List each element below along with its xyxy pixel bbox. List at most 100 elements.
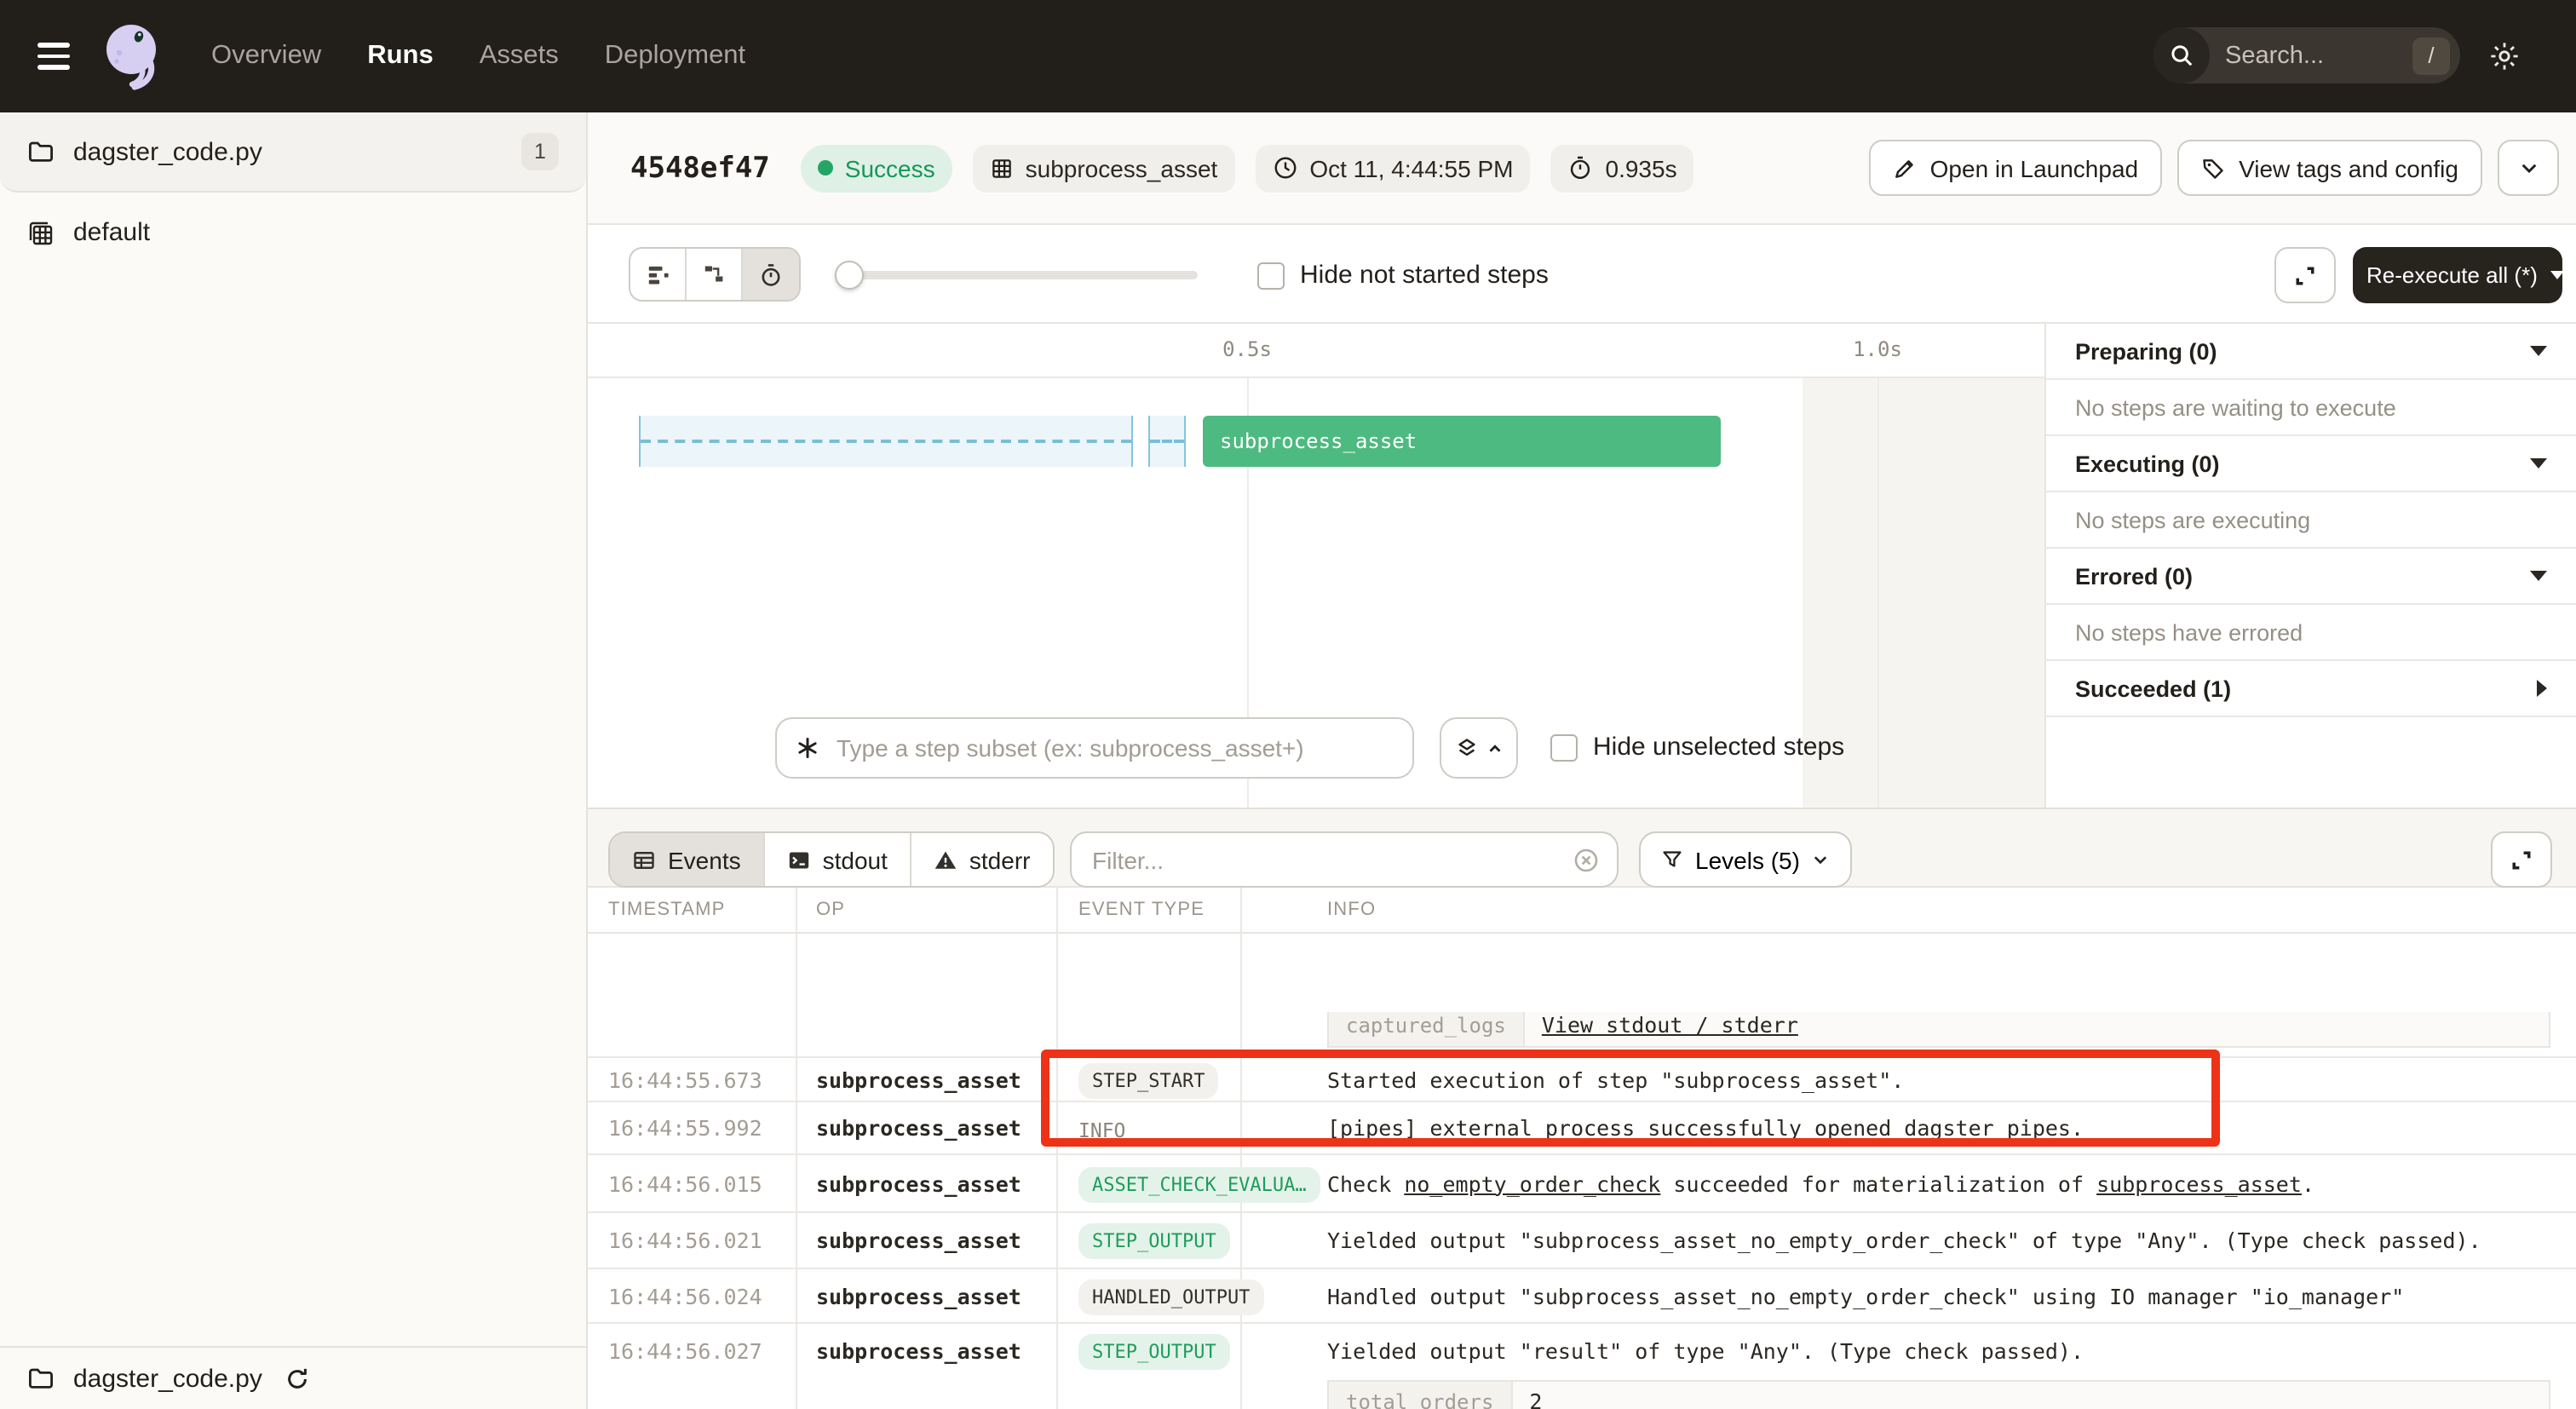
- col-info: INFO: [1327, 900, 1376, 920]
- search-icon: [2153, 27, 2210, 83]
- event-log-table: TIMESTAMP OP EVENT TYPE INFO captured_lo…: [588, 888, 2576, 1409]
- log-info: Started execution of step "subprocess_as…: [1327, 1067, 1904, 1092]
- asset-check-link[interactable]: no_empty_order_check: [1404, 1170, 1660, 1196]
- run-detail-main: 4548ef47 Success subprocess_asset Oct 11…: [588, 112, 2576, 1409]
- dagster-octopus-icon: [95, 17, 174, 95]
- graph-query-options-button[interactable]: [1440, 717, 1518, 779]
- funnel-icon: [1661, 848, 1683, 871]
- step-subset-field[interactable]: [775, 717, 1414, 779]
- job-tag[interactable]: subprocess_asset: [973, 144, 1235, 192]
- expand-logs-button[interactable]: [2491, 831, 2552, 888]
- levels-dropdown[interactable]: Levels (5): [1639, 831, 1853, 888]
- hide-not-started-checkbox[interactable]: Hide not started steps: [1257, 261, 1549, 290]
- log-timestamp: 16:44:55.992: [608, 1115, 762, 1141]
- event-type-badge: STEP_START: [1078, 1062, 1218, 1098]
- hide-unselected-label: Hide unselected steps: [1593, 733, 1844, 762]
- flat-list-icon: [645, 262, 670, 287]
- log-info: Handled output "subprocess_asset_no_empt…: [1327, 1283, 2404, 1308]
- view-tags-config-button[interactable]: View tags and config: [2177, 140, 2482, 196]
- nav-assets[interactable]: Assets: [480, 41, 559, 72]
- tab-events[interactable]: Events: [610, 833, 765, 886]
- expand-gantt-button[interactable]: [2274, 247, 2336, 303]
- log-row-handled-output: 16:44:56.024 subprocess_asset HANDLED_OU…: [588, 1269, 2576, 1324]
- log-info: Yielded output "result" of type "Any". (…: [1327, 1338, 2084, 1364]
- gear-icon[interactable]: [2487, 39, 2521, 73]
- pencil-icon: [1893, 156, 1917, 180]
- metadata-key: total_orders: [1329, 1382, 1512, 1409]
- terminal-icon: [787, 848, 811, 871]
- sidebar-code-location-header[interactable]: dagster_code.py 1: [0, 112, 586, 193]
- zoom-slider-track[interactable]: [847, 271, 1198, 279]
- chevron-down-icon: [2517, 157, 2539, 179]
- sidebar-item-label: default: [73, 218, 150, 247]
- tab-stdout[interactable]: stdout: [765, 833, 911, 886]
- checkbox-box: [1257, 262, 1285, 289]
- tag-icon: [2201, 156, 2225, 180]
- section-executing[interactable]: Executing (0): [2046, 436, 2576, 492]
- waterfall-icon: [701, 262, 727, 287]
- sidebar: dagster_code.py 1 default dagster_code.p…: [0, 112, 588, 1409]
- log-info: [pipes] external process successfully op…: [1327, 1115, 2084, 1141]
- event-type-badge: HANDLED_OUTPUT: [1078, 1279, 1263, 1314]
- search-input[interactable]: [2210, 42, 2412, 69]
- reload-icon[interactable]: [285, 1366, 310, 1391]
- log-filter-input[interactable]: [1089, 844, 1573, 875]
- sidebar-item-default[interactable]: default: [0, 193, 586, 273]
- log-info: Check no_empty_order_check succeeded for…: [1327, 1170, 2314, 1196]
- dagster-run-page: Overview Runs Assets Deployment /: [0, 0, 2576, 1409]
- col-timestamp: TIMESTAMP: [608, 900, 726, 920]
- search-box[interactable]: /: [2153, 27, 2460, 83]
- open-in-launchpad-button[interactable]: Open in Launchpad: [1869, 140, 2162, 196]
- col-op: OP: [816, 900, 845, 920]
- nav-deployment[interactable]: Deployment: [605, 41, 745, 72]
- gantt-view-toggle: [629, 247, 801, 302]
- menu-icon[interactable]: [37, 43, 70, 70]
- re-execute-label: Re-execute all (*): [2353, 262, 2551, 288]
- section-preparing[interactable]: Preparing (0): [2046, 324, 2576, 380]
- log-filter-field[interactable]: [1070, 831, 1619, 888]
- warning-icon: [934, 848, 957, 871]
- section-errored[interactable]: Errored (0): [2046, 549, 2576, 605]
- log-timestamp: 16:44:56.021: [608, 1228, 762, 1253]
- step-status-panel: Preparing (0) No steps are waiting to ex…: [2044, 324, 2576, 808]
- asset-link[interactable]: subprocess_asset: [2096, 1170, 2302, 1196]
- status-badge: Success: [801, 144, 952, 192]
- section-preparing-body: No steps are waiting to execute: [2046, 380, 2576, 436]
- timed-view-button[interactable]: [743, 249, 799, 300]
- re-execute-button[interactable]: Re-execute all (*): [2353, 247, 2562, 303]
- log-op: subprocess_asset: [816, 1170, 1021, 1196]
- run-header: 4548ef47 Success subprocess_asset Oct 11…: [588, 112, 2576, 225]
- nav-runs[interactable]: Runs: [367, 41, 434, 72]
- checkbox-box: [1550, 733, 1578, 761]
- run-more-actions-button[interactable]: [2498, 140, 2559, 196]
- logs-toolbar: Events stdout stderr: [588, 809, 2576, 888]
- code-location-label: dagster_code.py: [73, 137, 262, 166]
- hide-unselected-checkbox[interactable]: Hide unselected steps: [1550, 733, 1844, 762]
- metadata-key: captured_logs: [1329, 1012, 1525, 1046]
- run-actions: Open in Launchpad View tags and config: [1869, 140, 2559, 196]
- log-row-step-output: 16:44:56.021 subprocess_asset STEP_OUTPU…: [588, 1213, 2576, 1269]
- metadata-table: total_orders 2: [1327, 1380, 2550, 1409]
- nav-overview[interactable]: Overview: [211, 41, 321, 72]
- waterfall-view-button[interactable]: [687, 249, 743, 300]
- top-nav: Overview Runs Assets Deployment /: [0, 0, 2576, 112]
- section-succeeded[interactable]: Succeeded (1): [2046, 661, 2576, 717]
- gantt-bar-subprocess-asset[interactable]: subprocess_asset: [1203, 416, 1721, 467]
- flat-view-button[interactable]: [630, 249, 687, 300]
- view-stdout-stderr-link[interactable]: View stdout / stderr: [1525, 1012, 1815, 1046]
- expand-icon: [2293, 263, 2317, 287]
- caret-right-icon: [2537, 680, 2547, 697]
- tab-stderr[interactable]: stderr: [911, 833, 1053, 886]
- log-timestamp: 16:44:55.673: [608, 1067, 762, 1092]
- dagster-logo[interactable]: [95, 17, 174, 95]
- event-type-badge: STEP_OUTPUT: [1078, 1223, 1230, 1259]
- clear-filter-icon[interactable]: [1573, 846, 1600, 873]
- search-shortcut-key: /: [2412, 37, 2450, 74]
- step-subset-input[interactable]: [833, 733, 1394, 763]
- zoom-slider-knob[interactable]: [835, 261, 864, 290]
- re-execute-dropdown[interactable]: [2551, 271, 2562, 279]
- op-selector-icon: [796, 736, 819, 760]
- sidebar-footer: dagster_code.py: [0, 1346, 586, 1409]
- section-errored-body: No steps have errored: [2046, 605, 2576, 661]
- log-row-info: 16:44:55.992 subprocess_asset INFO [pipe…: [588, 1102, 2576, 1155]
